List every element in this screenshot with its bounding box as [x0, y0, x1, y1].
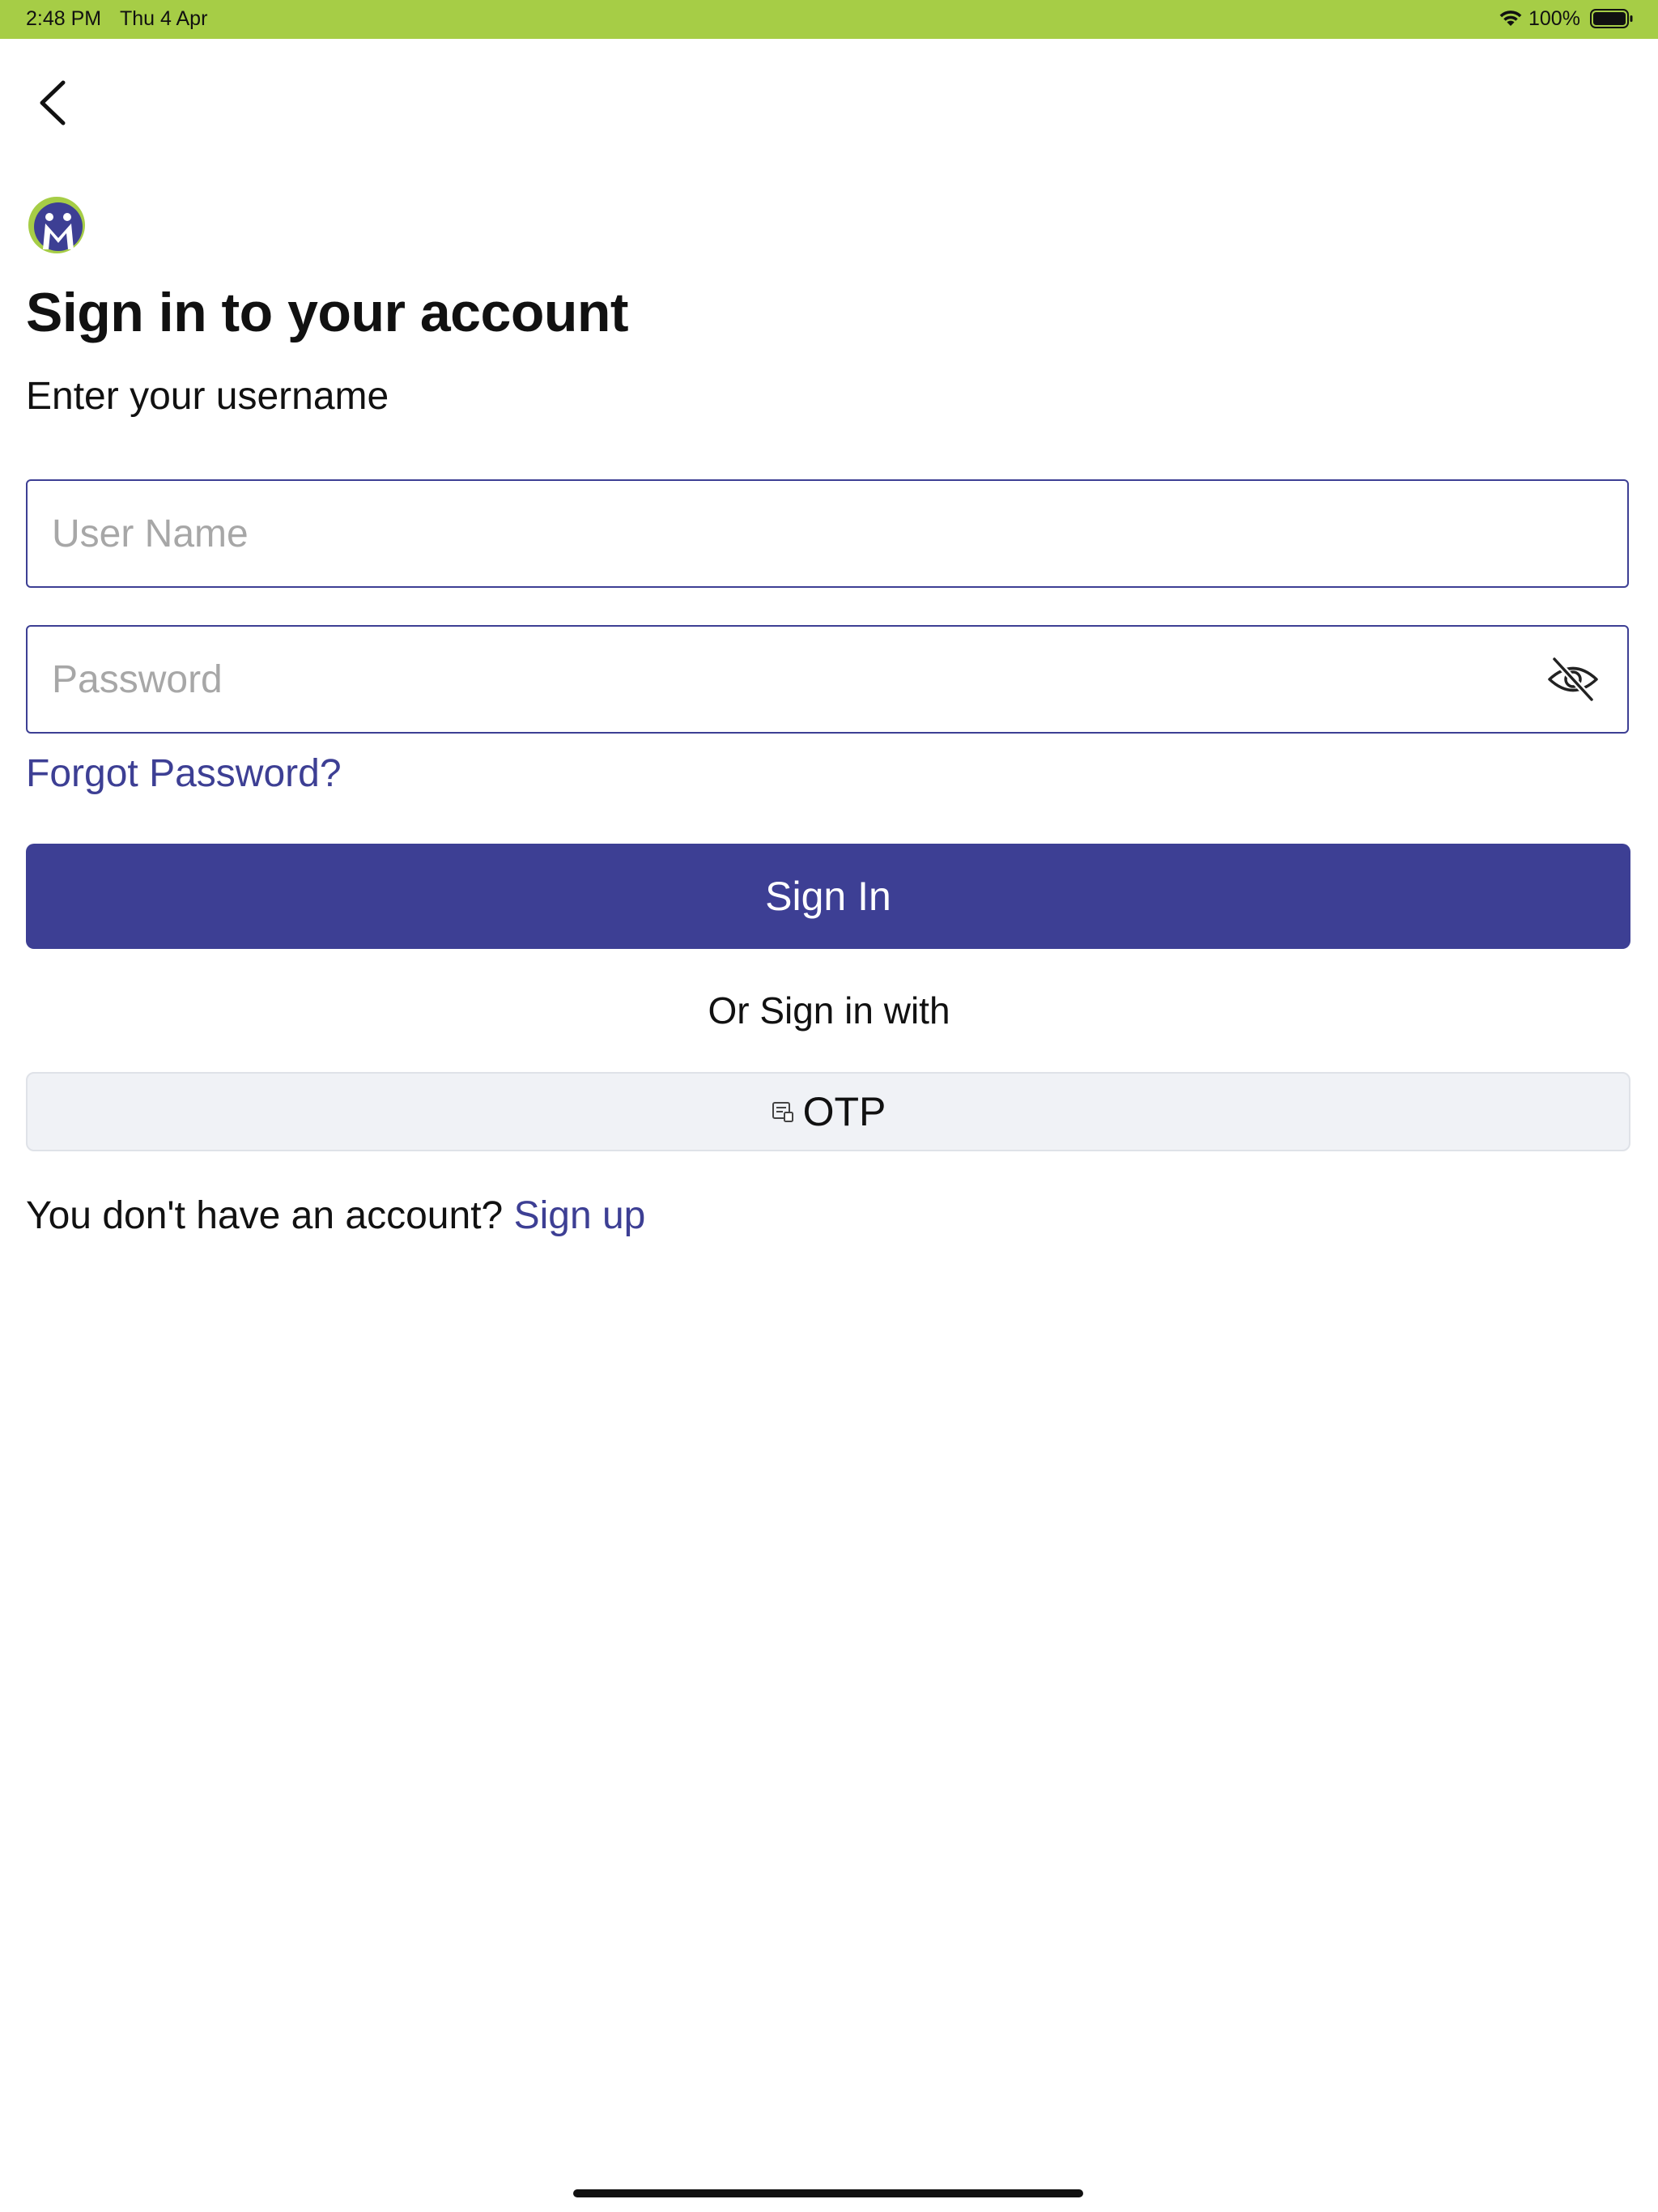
wifi-icon [1499, 11, 1522, 26]
no-account-text: You don't have an account? [26, 1194, 504, 1237]
otp-button[interactable]: OTP [26, 1072, 1630, 1151]
password-field[interactable] [26, 625, 1629, 734]
or-sign-in-with-label: Or Sign in with [708, 989, 950, 1032]
page-title: Sign in to your account [26, 282, 629, 343]
home-indicator [573, 2189, 1083, 2197]
sign-in-button[interactable]: Sign In [26, 844, 1630, 949]
password-input[interactable] [52, 627, 1525, 732]
status-time: 2:48 PM [26, 7, 102, 30]
status-bar: 2:48 PM Thu 4 Apr 100% [0, 0, 1658, 39]
message-icon [772, 1102, 793, 1122]
eye-slash-icon[interactable] [1546, 654, 1600, 704]
back-button[interactable] [29, 74, 78, 131]
otp-label: OTP [802, 1089, 886, 1134]
username-field[interactable] [26, 479, 1629, 588]
chevron-left-icon [40, 80, 66, 125]
username-input[interactable] [52, 481, 1525, 586]
battery-icon [1590, 9, 1633, 28]
status-date: Thu 4 Apr [120, 7, 208, 30]
sign-up-link[interactable]: Sign up [514, 1194, 646, 1237]
app-logo [28, 197, 85, 253]
forgot-password-link[interactable]: Forgot Password? [26, 750, 342, 798]
battery-percentage: 100% [1528, 7, 1580, 30]
page-subtitle: Enter your username [26, 375, 389, 418]
signup-prompt: You don't have an account? Sign up [26, 1192, 645, 1240]
